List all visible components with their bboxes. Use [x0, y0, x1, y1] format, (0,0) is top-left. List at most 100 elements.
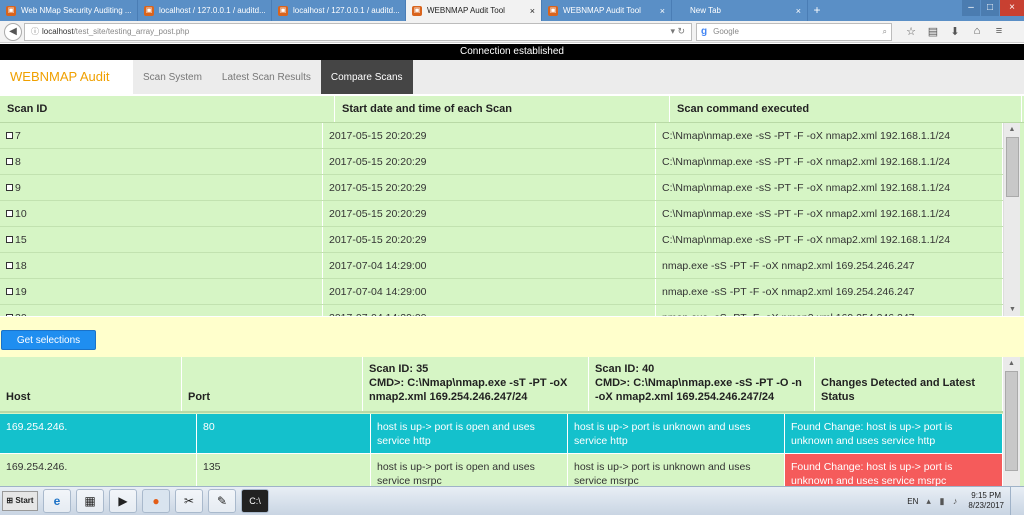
browser-tab-bar: ▣ Web NMap Security Auditing ... × ▣ loc… — [0, 0, 1024, 21]
select-checkbox[interactable] — [6, 131, 13, 139]
minimize-icon[interactable]: – — [962, 0, 980, 16]
browser-tab-active[interactable]: ▣ WEBNMAP Audit Tool × — [406, 0, 542, 21]
select-checkbox[interactable] — [6, 313, 13, 316]
scan-id: 7 — [15, 130, 21, 142]
scan-command: C:\Nmap\nmap.exe -sS -PT -F -oX nmap2.xm… — [656, 227, 1003, 252]
browser-tab[interactable]: New Tab × — [672, 0, 808, 21]
browser-tab[interactable]: ▣ localhost / 127.0.0.1 / auditd... × — [272, 0, 406, 21]
internet-explorer-icon[interactable]: e — [43, 489, 71, 513]
url-path: /test_site/testing_array_post.php — [73, 27, 190, 36]
scrollbar-thumb[interactable] — [1006, 137, 1019, 197]
notepad-icon[interactable]: ✎ — [208, 489, 236, 513]
site-favicon-icon: ▣ — [6, 5, 16, 16]
clock[interactable]: 9:15 PM 8/23/2017 — [968, 491, 1004, 511]
app-brand[interactable]: WEBNMAP Audit Tool — [0, 60, 133, 118]
table-row: 20 2017-07-04 14:29:00 nmap.exe -sS -PT … — [0, 305, 1003, 316]
tab-title: localhost / 127.0.0.1 / auditd... — [293, 6, 400, 15]
table-row: 19 2017-07-04 14:29:00 nmap.exe -sS -PT … — [0, 279, 1003, 305]
page-info-icon[interactable]: ⓘ — [31, 26, 39, 37]
search-icon[interactable]: ⌕ — [883, 27, 887, 37]
home-icon[interactable]: ⌂ — [966, 25, 988, 38]
bookmark-star-icon[interactable]: ☆ — [900, 25, 922, 38]
close-tab-icon[interactable]: × — [790, 6, 801, 16]
site-favicon-icon: ▣ — [548, 5, 558, 16]
changes-cell-alert: Found Change: host is up-> port is unkno… — [785, 454, 1003, 486]
scan-datetime: 2017-05-15 20:20:29 — [323, 123, 656, 148]
google-icon: g — [701, 26, 708, 37]
scan-table-scrollbar[interactable]: ▲ ▼ — [1003, 123, 1020, 316]
scroll-down-icon[interactable]: ▼ — [1004, 303, 1021, 316]
comparison-table-body[interactable]: 169.254.246. 80 host is up-> port is ope… — [0, 414, 1003, 486]
table-row: 15 2017-05-15 20:20:29 C:\Nmap\nmap.exe … — [0, 227, 1003, 253]
media-player-icon[interactable]: ▶ — [109, 489, 137, 513]
select-checkbox[interactable] — [6, 157, 13, 165]
browser-tab[interactable]: ▣ WEBNMAP Audit Tool × — [542, 0, 672, 21]
scan-command: C:\Nmap\nmap.exe -sS -PT -F -oX nmap2.xm… — [656, 149, 1003, 174]
url-host: localhost — [42, 27, 74, 36]
scan-command: nmap.exe -sS -PT -F -oX nmap2.xml 169.25… — [656, 253, 1003, 278]
comparison-table-scrollbar[interactable]: ▲ — [1003, 357, 1020, 486]
nav-latest-scan-results[interactable]: Latest Scan Results — [212, 60, 321, 94]
scan-table-body[interactable]: 7 2017-05-15 20:20:29 C:\Nmap\nmap.exe -… — [0, 123, 1003, 316]
tab-title: New Tab — [690, 6, 721, 15]
scan-a-cell: host is up-> port is open and uses servi… — [371, 414, 568, 454]
firefox-icon[interactable]: ● — [142, 489, 170, 513]
select-checkbox[interactable] — [6, 287, 13, 295]
scroll-up-icon[interactable]: ▲ — [1003, 357, 1020, 370]
command-prompt-icon[interactable]: C:\ — [241, 489, 269, 513]
table-row: 10 2017-05-15 20:20:29 C:\Nmap\nmap.exe … — [0, 201, 1003, 227]
reload-icon[interactable]: ▾ ↻ — [670, 26, 685, 37]
system-tray: EN ▴ ▮ ♪ 9:15 PM 8/23/2017 — [907, 486, 1024, 515]
tray-icons[interactable]: ▴ ▮ ♪ — [926, 496, 960, 507]
start-label: Start — [15, 496, 34, 505]
nav-compare-scans[interactable]: Compare Scans — [320, 60, 413, 94]
scroll-up-icon[interactable]: ▲ — [1004, 123, 1020, 136]
address-bar[interactable]: ⓘ localhost /test_site/testing_array_pos… — [24, 22, 692, 41]
header-changes: Changes Detected and Latest Status — [815, 357, 1003, 411]
browser-tab[interactable]: ▣ Web NMap Security Auditing ... × — [0, 0, 138, 21]
table-row: 169.254.246. 80 host is up-> port is ope… — [0, 414, 1003, 454]
windows-logo-icon: ⊞ — [6, 496, 14, 505]
os-taskbar: ⊞ Start e ▦ ▶ ● ✂ ✎ C:\ EN ▴ ▮ ♪ 9:15 PM… — [0, 486, 1024, 515]
header-scan-a: Scan ID: 35 CMD>: C:\Nmap\nmap.exe -sT -… — [363, 357, 589, 411]
header-host: Host — [0, 357, 182, 411]
scan-command: nmap.exe -sS -PT -F -oX nmap2.xml 169.25… — [656, 305, 1003, 316]
nav-scan-system[interactable]: Scan System — [133, 60, 212, 94]
file-explorer-icon[interactable]: ▦ — [76, 489, 104, 513]
scan-id: 8 — [15, 156, 21, 168]
get-selections-button[interactable]: Get selections — [1, 330, 96, 350]
table-row: 169.254.246. 135 host is up-> port is op… — [0, 454, 1003, 486]
host-cell: 169.254.246. — [0, 414, 197, 454]
header-port: Port — [182, 357, 363, 411]
close-tab-icon[interactable]: × — [524, 6, 535, 16]
close-tab-icon[interactable]: × — [654, 6, 665, 16]
back-arrow-icon[interactable]: ◀ — [4, 22, 22, 41]
download-icon[interactable]: ⬇ — [944, 25, 966, 38]
scan-selection-table: Scan ID Start date and time of each Scan… — [0, 96, 1024, 316]
table-row: 8 2017-05-15 20:20:29 C:\Nmap\nmap.exe -… — [0, 149, 1003, 175]
menu-icon[interactable]: ≡ — [988, 25, 1010, 38]
select-checkbox[interactable] — [6, 261, 13, 269]
reading-list-icon[interactable]: ▤ — [922, 25, 944, 38]
browser-nav-bar: ◀ ⓘ localhost /test_site/testing_array_p… — [0, 21, 1024, 43]
close-window-icon[interactable]: × — [1000, 0, 1024, 16]
scrollbar-thumb[interactable] — [1005, 371, 1018, 471]
selection-bar: Get selections — [0, 317, 1024, 357]
select-checkbox[interactable] — [6, 209, 13, 217]
port-cell: 135 — [197, 454, 371, 486]
search-placeholder: Google — [713, 27, 739, 36]
maximize-icon[interactable]: □ — [981, 0, 999, 16]
browser-tab[interactable]: ▣ localhost / 127.0.0.1 / auditd... × — [138, 0, 272, 21]
table-row: 7 2017-05-15 20:20:29 C:\Nmap\nmap.exe -… — [0, 123, 1003, 149]
language-indicator[interactable]: EN — [907, 497, 918, 506]
scan-a-cell: host is up-> port is open and uses servi… — [371, 454, 568, 486]
scan-id: 15 — [15, 234, 27, 246]
select-checkbox[interactable] — [6, 183, 13, 191]
search-box[interactable]: g Google ⌕ — [696, 22, 892, 41]
snipping-tool-icon[interactable]: ✂ — [175, 489, 203, 513]
start-button[interactable]: ⊞ Start — [2, 491, 38, 511]
connection-status-bar: Connection established — [0, 44, 1024, 60]
new-tab-button[interactable]: + — [808, 0, 826, 21]
show-desktop-button[interactable] — [1010, 486, 1020, 515]
select-checkbox[interactable] — [6, 235, 13, 243]
